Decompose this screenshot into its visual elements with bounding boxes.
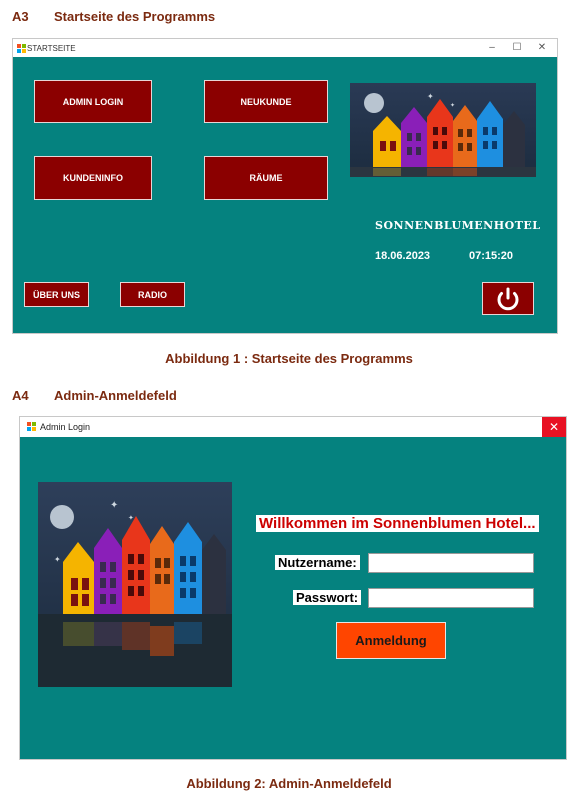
minimize-button[interactable]: – [481,41,503,55]
app-icon [27,422,36,431]
window-title: STARTSEITE [27,44,76,53]
time-display: 07:15:20 [469,250,514,262]
raeume-button[interactable]: RÄUME [204,156,328,200]
hotel-houses-image: ✦ ✦ ✦ [38,482,232,687]
username-label: Nutzername: [275,555,360,570]
titlebar: Admin Login ✕ [20,417,566,437]
maximize-button[interactable]: ☐ [506,41,528,55]
window-title: Admin Login [40,422,91,432]
titlebar: STARTSEITE – ☐ ✕ [13,39,557,57]
power-button[interactable] [482,282,534,315]
section-number: A4 [12,388,29,403]
login-button[interactable]: Anmeldung [336,622,446,659]
username-input[interactable] [368,553,534,573]
app-icon [17,44,26,53]
section-title: Startseite des Programms [54,9,216,24]
svg-text:✦: ✦ [128,514,134,522]
startseite-window: STARTSEITE – ☐ ✕ ADMIN LOGIN NEUKUNDE KU… [12,38,558,334]
kundeninfo-button[interactable]: KUNDENINFO [34,156,152,200]
svg-text:✦: ✦ [427,92,434,101]
startseite-client: ADMIN LOGIN NEUKUNDE KUNDENINFO RÄUME ✦ … [13,57,557,333]
section-title: Admin-Anmeldefeld [54,388,177,403]
password-input[interactable] [368,588,534,608]
admin-login-client: ✦ ✦ ✦ Willkommen im Sonnenblumen Hotel..… [20,437,566,759]
close-button[interactable]: ✕ [542,417,566,437]
section-heading-a4: A4 Admin-Anmeldefeld [12,388,177,403]
radio-button[interactable]: RADIO [120,282,185,307]
close-button[interactable]: ✕ [531,41,553,55]
admin-login-window: Admin Login ✕ ✦ ✦ ✦ Willkommen im Sonnen… [19,416,567,760]
section-number: A3 [12,9,29,24]
welcome-text: Willkommen im Sonnenblumen Hotel... [256,515,539,532]
svg-text:✦: ✦ [450,102,455,109]
ueber-uns-button[interactable]: ÜBER UNS [24,282,89,307]
date-display: 18.06.2023 [375,250,431,262]
admin-login-button[interactable]: ADMIN LOGIN [34,80,152,123]
svg-text:✦: ✦ [54,555,61,564]
figure-caption-1: Abbildung 1 : Startseite des Programms [165,351,413,366]
hotel-houses-image: ✦ ✦ [350,83,536,177]
hotel-name: SONNENBLUMENHOTEL [375,219,541,232]
neukunde-button[interactable]: NEUKUNDE [204,80,328,123]
section-heading-a3: A3 Startseite des Programms [12,9,215,24]
svg-text:✦: ✦ [110,500,118,511]
power-icon [497,287,519,311]
password-label: Passwort: [293,590,362,605]
figure-caption-2: Abbildung 2: Admin-Anmeldefeld [186,776,392,791]
